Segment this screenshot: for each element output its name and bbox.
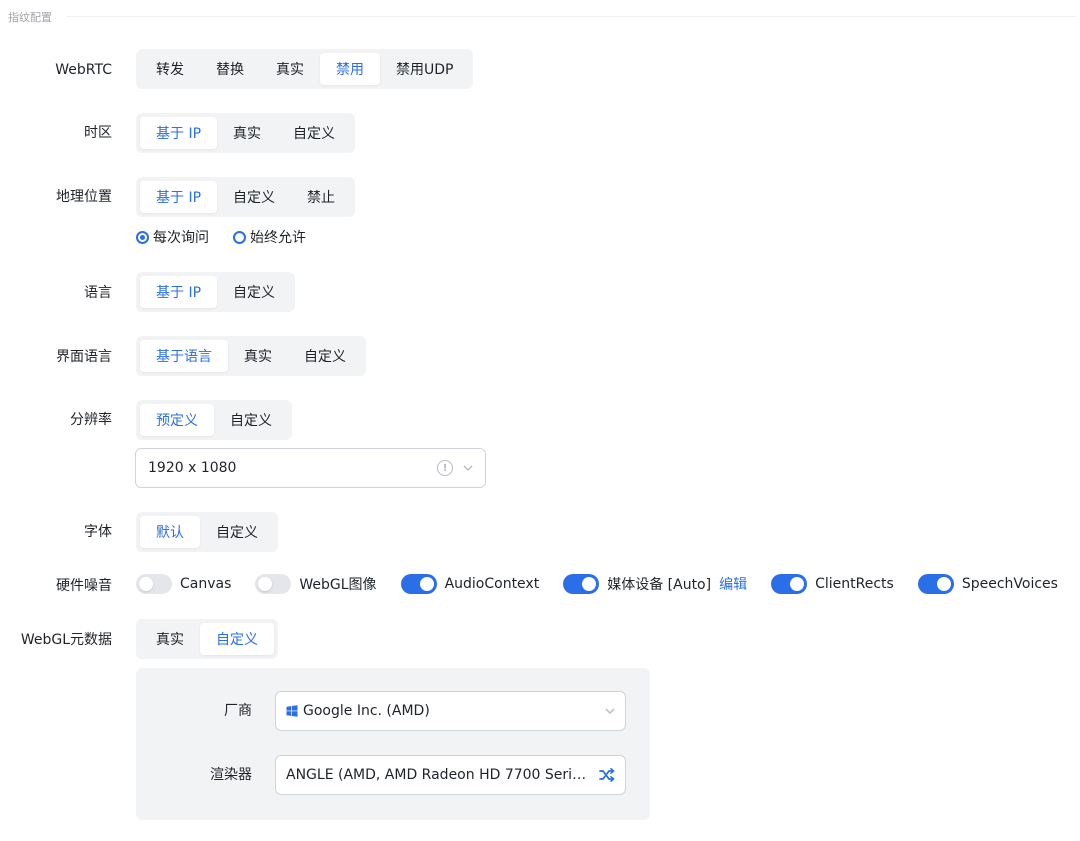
timezone-option-custom[interactable]: 自定义	[277, 117, 351, 149]
radio-checked-icon	[136, 230, 149, 244]
toggle-audio-context: AudioContext	[400, 574, 540, 594]
language-option-ip[interactable]: 基于 IP	[140, 276, 218, 308]
webrtc-option-disabled[interactable]: 禁用	[320, 53, 380, 85]
webrtc-option-real[interactable]: 真实	[260, 53, 320, 85]
audio-context-switch[interactable]	[400, 574, 437, 594]
resolution-select[interactable]: 1920 x 1080 !	[135, 448, 486, 488]
webgl-metadata-label: WebGL元数据	[20, 632, 112, 648]
media-devices-switch[interactable]	[563, 574, 600, 594]
switch-knob	[258, 577, 273, 591]
radio-allow-label: 始终允许	[250, 230, 306, 246]
webrtc-option-forward[interactable]: 转发	[140, 53, 200, 85]
resolution-option-predefined[interactable]: 预定义	[140, 404, 214, 436]
toggle-media-devices: 媒体设备 [Auto] 编辑	[563, 574, 747, 594]
webrtc-option-disable-udp[interactable]: 禁用UDP	[380, 53, 469, 85]
toggle-client-rects: ClientRects	[771, 574, 894, 594]
webrtc-label: WebRTC	[55, 62, 112, 78]
switch-knob	[936, 577, 951, 591]
resolution-label: 分辨率	[70, 412, 112, 428]
speech-voices-label: SpeechVoices	[961, 576, 1058, 592]
section-header: 指纹配置	[0, 0, 1080, 32]
section-divider	[66, 16, 1076, 17]
speech-voices-switch[interactable]	[917, 574, 954, 594]
media-devices-edit-link[interactable]: 编辑	[719, 574, 747, 594]
switch-knob	[582, 577, 597, 591]
resolution-segmented: 预定义 自定义	[136, 400, 292, 440]
webgl-option-custom[interactable]: 自定义	[200, 623, 274, 655]
ui-language-option-language[interactable]: 基于语言	[140, 340, 228, 372]
radio-ask-label: 每次询问	[153, 230, 209, 246]
font-option-default[interactable]: 默认	[140, 516, 200, 548]
webgl-metadata-segmented: 真实 自定义	[136, 619, 278, 659]
switch-knob	[419, 577, 434, 591]
info-icon[interactable]: !	[437, 460, 453, 476]
ui-language-option-custom[interactable]: 自定义	[288, 340, 362, 372]
canvas-switch[interactable]	[136, 574, 172, 594]
font-segmented: 默认 自定义	[136, 512, 278, 552]
resolution-option-custom[interactable]: 自定义	[214, 404, 288, 436]
radio-unchecked-icon	[233, 230, 246, 244]
toggle-canvas: Canvas	[136, 574, 231, 594]
webgl-image-label: WebGL图像	[299, 577, 377, 593]
vendor-label: 厂商	[224, 703, 252, 719]
timezone-label: 时区	[84, 125, 112, 141]
switch-knob	[790, 577, 805, 591]
geolocation-permission-group: 每次询问 始终允许	[136, 227, 306, 247]
geolocation-label: 地理位置	[56, 189, 112, 205]
renderer-value: ANGLE (AMD, AMD Radeon HD 7700 Series (0…	[286, 767, 593, 783]
language-option-custom[interactable]: 自定义	[217, 276, 291, 308]
chevron-down-icon	[605, 706, 615, 716]
geolocation-option-custom[interactable]: 自定义	[217, 181, 291, 213]
radio-ask-every-time[interactable]: 每次询问	[136, 227, 209, 247]
windows-icon	[286, 705, 298, 717]
webrtc-segmented: 转发 替换 真实 禁用 禁用UDP	[136, 49, 474, 89]
vendor-value: Google Inc. (AMD)	[303, 703, 430, 719]
hardware-noise-label: 硬件噪音	[56, 578, 112, 594]
renderer-select[interactable]: ANGLE (AMD, AMD Radeon HD 7700 Series (0…	[275, 755, 626, 795]
hardware-noise-toggles: Canvas WebGL图像 AudioContext 媒体设备 [Auto] …	[136, 574, 1058, 594]
timezone-option-real[interactable]: 真实	[217, 117, 277, 149]
vendor-select[interactable]: Google Inc. (AMD)	[275, 691, 626, 731]
radio-always-allow[interactable]: 始终允许	[233, 227, 306, 247]
font-option-custom[interactable]: 自定义	[200, 516, 274, 548]
language-label: 语言	[84, 285, 112, 301]
canvas-label: Canvas	[180, 576, 232, 592]
renderer-label: 渲染器	[210, 767, 252, 783]
ui-language-label: 界面语言	[56, 349, 112, 365]
ui-language-option-real[interactable]: 真实	[228, 340, 288, 372]
media-devices-label: 媒体设备 [Auto]	[607, 577, 712, 593]
webgl-option-real[interactable]: 真实	[140, 623, 200, 655]
language-segmented: 基于 IP 自定义	[136, 272, 296, 312]
client-rects-label: ClientRects	[815, 576, 894, 592]
font-label: 字体	[84, 524, 112, 540]
timezone-segmented: 基于 IP 真实 自定义	[136, 113, 356, 153]
webgl-metadata-panel: 厂商 Google Inc. (AMD) 渲染器 ANGLE (AMD, AMD…	[136, 668, 650, 820]
webrtc-option-replace[interactable]: 替换	[200, 53, 260, 85]
ui-language-segmented: 基于语言 真实 自定义	[136, 336, 366, 376]
client-rects-switch[interactable]	[771, 574, 808, 594]
audio-context-label: AudioContext	[444, 576, 540, 592]
webgl-image-switch[interactable]	[255, 574, 292, 594]
resolution-value: 1920 x 1080	[148, 460, 237, 476]
switch-knob	[139, 577, 153, 591]
toggle-speech-voices: SpeechVoices	[917, 574, 1058, 594]
shuffle-icon[interactable]	[599, 768, 615, 782]
geolocation-segmented: 基于 IP 自定义 禁止	[136, 177, 356, 217]
timezone-option-ip[interactable]: 基于 IP	[140, 117, 218, 149]
geolocation-option-ip[interactable]: 基于 IP	[140, 181, 218, 213]
chevron-down-icon	[463, 463, 473, 473]
section-title: 指纹配置	[8, 11, 52, 24]
toggle-webgl-image: WebGL图像	[255, 574, 377, 594]
geolocation-option-block[interactable]: 禁止	[291, 181, 351, 213]
